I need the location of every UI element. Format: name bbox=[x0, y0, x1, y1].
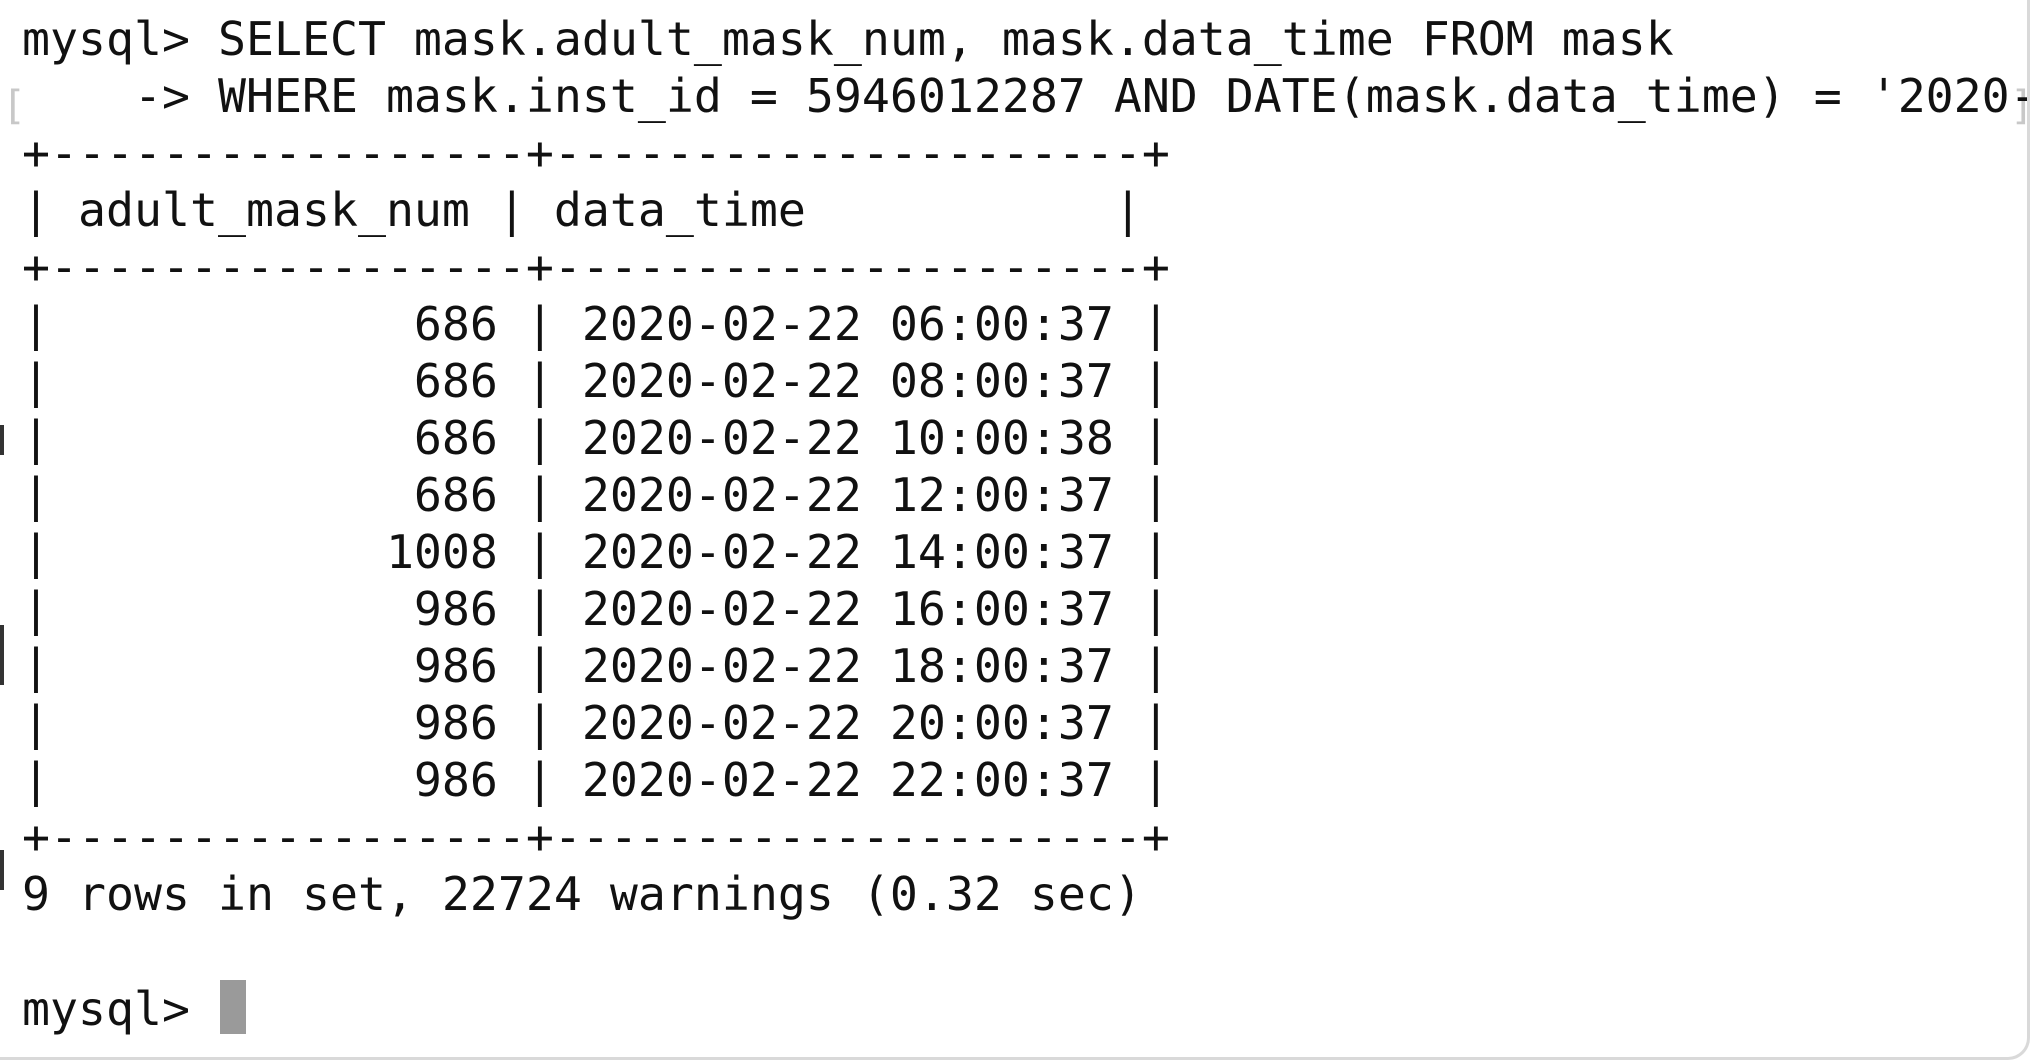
query-line-where: -> WHERE mask.inst_id = 5946012287 AND D… bbox=[22, 69, 2030, 123]
result-summary: 9 rows in set, 22724 warnings (0.32 sec) bbox=[22, 867, 1142, 921]
text-cursor bbox=[219, 980, 246, 1034]
table-row: | 986 | 2020-02-22 18:00:37 | bbox=[22, 639, 1170, 693]
table-row: | 986 | 2020-02-22 16:00:37 | bbox=[22, 582, 1170, 636]
window-edge-mark bbox=[0, 850, 4, 890]
table-row: | 686 | 2020-02-22 12:00:37 | bbox=[22, 468, 1170, 522]
table-row: | 686 | 2020-02-22 10:00:38 | bbox=[22, 411, 1170, 465]
table-header-row: | adult_mask_num | data_time | bbox=[22, 183, 1142, 237]
terminal-window[interactable]: [ ] mysql> SELECT mask.adult_mask_num, m… bbox=[0, 0, 2030, 1060]
table-bottom-border: +-----------------+---------------------… bbox=[22, 810, 1170, 864]
table-row: | 1008 | 2020-02-22 14:00:37 | bbox=[22, 525, 1170, 579]
table-row: | 986 | 2020-02-22 22:00:37 | bbox=[22, 753, 1170, 807]
table-row: | 686 | 2020-02-22 08:00:37 | bbox=[22, 354, 1170, 408]
mysql-prompt: mysql> bbox=[22, 982, 218, 1036]
table-header-border: +-----------------+---------------------… bbox=[22, 240, 1170, 294]
prompt-line[interactable]: mysql> bbox=[22, 980, 246, 1037]
query-line-select: mysql> SELECT mask.adult_mask_num, mask.… bbox=[22, 12, 1674, 66]
table-row: | 986 | 2020-02-22 20:00:37 | bbox=[22, 696, 1170, 750]
table-row: | 686 | 2020-02-22 06:00:37 | bbox=[22, 297, 1170, 351]
table-top-border: +-----------------+---------------------… bbox=[22, 126, 1170, 180]
window-edge-mark bbox=[0, 625, 4, 685]
window-edge-mark bbox=[0, 425, 4, 455]
